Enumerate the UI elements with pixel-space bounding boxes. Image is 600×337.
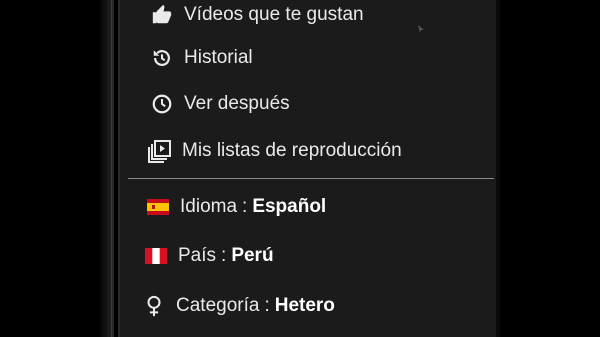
language-value: Español	[252, 196, 327, 217]
category-label: Categoría	[176, 295, 260, 316]
country-setting[interactable]: País : Perú	[142, 244, 274, 268]
menu-item-liked-videos[interactable]: Vídeos que te gustan	[148, 3, 364, 27]
female-symbol-icon	[140, 294, 168, 318]
category-setting[interactable]: Categoría : Hetero	[140, 294, 335, 318]
device-bezel-right	[496, 0, 500, 337]
category-value: Hetero	[274, 295, 335, 316]
menu-item-label: Vídeos que te gustan	[184, 4, 364, 25]
playlists-icon	[146, 139, 174, 163]
category-separator: :	[264, 295, 270, 316]
spain-flag-icon	[144, 195, 172, 219]
bezel-line	[111, 0, 112, 337]
history-icon	[148, 46, 176, 70]
language-setting[interactable]: Idioma : Español	[144, 195, 326, 219]
thumbs-up-icon	[148, 3, 176, 27]
country-separator: :	[221, 245, 227, 266]
menu-item-label: Historial	[184, 47, 253, 68]
pointer-cursor-icon	[418, 25, 424, 33]
clock-icon	[148, 92, 176, 116]
menu-item-label: Ver después	[184, 93, 290, 114]
menu-item-playlists[interactable]: Mis listas de reproducción	[146, 139, 402, 163]
peru-flag-icon	[142, 244, 170, 268]
menu-item-history[interactable]: Historial	[148, 46, 253, 70]
country-label: País	[178, 245, 217, 266]
menu-item-label: Mis listas de reproducción	[182, 140, 402, 161]
language-separator: :	[242, 196, 248, 217]
menu-item-watch-later[interactable]: Ver después	[148, 92, 290, 116]
country-value: Perú	[231, 245, 274, 266]
language-label: Idioma	[180, 196, 238, 217]
device-bezel-left	[100, 0, 114, 337]
menu-divider	[128, 178, 494, 179]
menu-screen: Vídeos que te gustan Historial Ver despu…	[118, 0, 496, 337]
